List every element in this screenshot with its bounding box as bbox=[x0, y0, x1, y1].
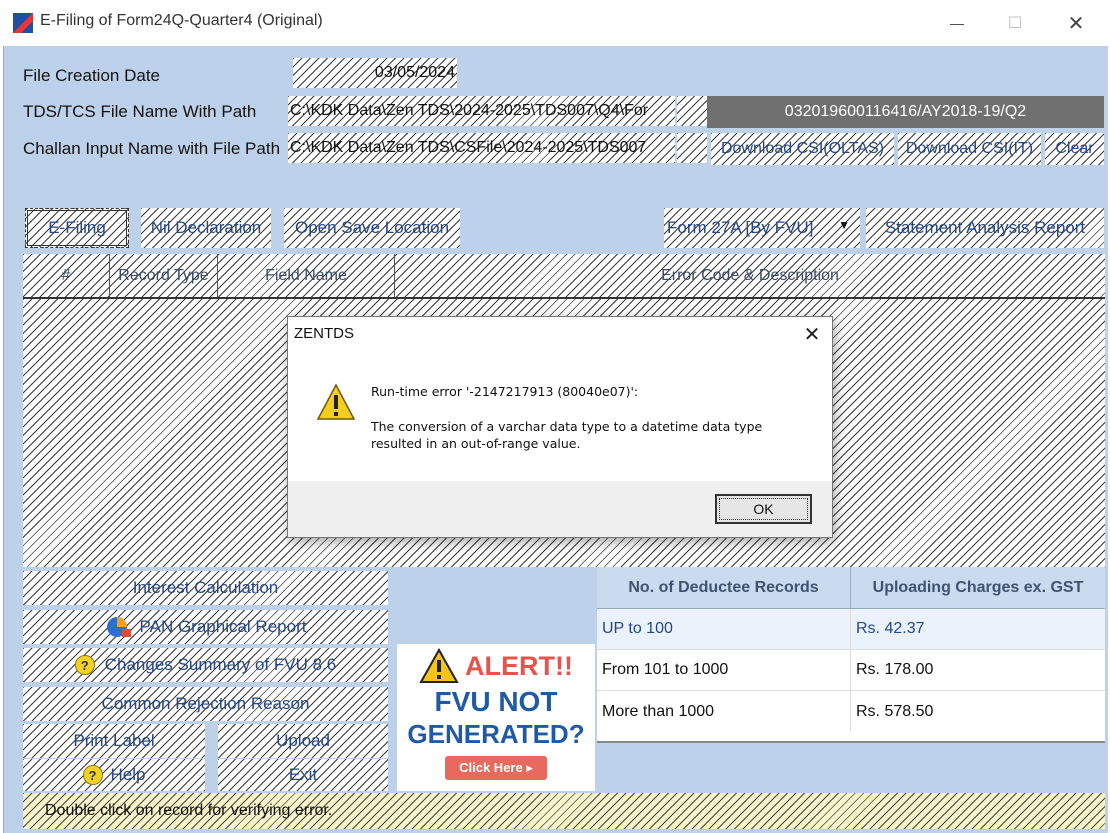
column-header-error-description: Error Code & Description bbox=[661, 266, 839, 284]
help-label: Help bbox=[110, 765, 146, 784]
column-header-records: No. of Deductee Records bbox=[597, 567, 851, 608]
table-row[interactable]: UP to 100 Rs. 42.37 bbox=[597, 609, 1105, 650]
nil-declaration-button[interactable]: Nil Declaration bbox=[141, 208, 271, 248]
dialog-error-code: Run-time error '-2147217913 (80040e07)': bbox=[371, 384, 639, 399]
tds-file-path-field[interactable]: C:\KDK Data\Zen TDS\2024-2025\TDS007\Q4\… bbox=[288, 96, 675, 126]
column-header-charges: Uploading Charges ex. GST bbox=[872, 578, 1084, 596]
help-button[interactable]: ? Help bbox=[23, 759, 205, 791]
print-label-button[interactable]: Print Label bbox=[23, 724, 205, 758]
chevron-down-icon: ▼ bbox=[838, 218, 850, 232]
alert-line-2: GENERATED? bbox=[407, 719, 585, 749]
question-icon: ? bbox=[74, 655, 95, 675]
form27a-selected-value: Form 27A [By FVU] bbox=[667, 218, 814, 237]
file-creation-date-label: File Creation Date bbox=[23, 66, 161, 85]
fvu-alert-banner[interactable]: ALERT!! FVU NOT GENERATED? Click Here ▸ bbox=[397, 644, 595, 791]
column-header-field-name: Field Name bbox=[218, 254, 395, 297]
column-header-record-type: Record Type bbox=[110, 254, 218, 297]
help-icon: ? bbox=[82, 765, 103, 785]
charges-table-header: No. of Deductee Records Uploading Charge… bbox=[597, 567, 1105, 609]
column-header-number: # bbox=[23, 254, 110, 297]
pan-graphical-report-label: PAN Graphical Report bbox=[139, 617, 307, 636]
maximize-icon: ☐ bbox=[1007, 15, 1023, 32]
challan-browse-button[interactable] bbox=[677, 133, 707, 163]
click-here-button[interactable]: Click Here ▸ bbox=[445, 756, 547, 780]
table-row[interactable]: More than 1000 Rs. 578.50 bbox=[597, 691, 1105, 732]
close-button[interactable]: ✕ bbox=[1053, 8, 1099, 38]
charge-cell: Rs. 178.00 bbox=[856, 661, 934, 678]
upload-button[interactable]: Upload bbox=[218, 724, 388, 758]
dialog-error-message: The conversion of a varchar data type to… bbox=[371, 419, 763, 451]
minimize-button[interactable]: — bbox=[934, 8, 980, 38]
dialog-footer: OK bbox=[288, 481, 832, 537]
changes-summary-button[interactable]: ? Changes Summary of FVU 8.6 bbox=[23, 648, 388, 682]
open-save-location-button[interactable]: Open Save Location bbox=[284, 208, 460, 248]
efiling-button[interactable]: E-Filing bbox=[25, 208, 129, 248]
maximize-button[interactable]: ☐ bbox=[992, 8, 1038, 38]
close-icon: ✕ bbox=[1067, 12, 1085, 35]
changes-summary-label: Changes Summary of FVU 8.6 bbox=[104, 655, 337, 674]
alert-line-1: FVU NOT bbox=[434, 686, 558, 717]
download-csi-it-button[interactable]: Download CSI(IT) bbox=[898, 133, 1041, 165]
close-icon: ✕ bbox=[803, 323, 821, 346]
title-bar[interactable]: E-Filing of Form24Q-Quarter4 (Original) … bbox=[0, 0, 1110, 46]
download-csi-oltas-button[interactable]: Download CSI(OLTAS) bbox=[711, 133, 894, 165]
minimize-icon: — bbox=[950, 15, 964, 31]
dialog-close-button[interactable]: ✕ bbox=[794, 319, 830, 349]
chart-icon bbox=[106, 617, 131, 637]
form27a-dropdown[interactable]: Form 27A [By FVU] ▼ bbox=[664, 208, 860, 248]
ok-button[interactable]: OK bbox=[715, 494, 812, 524]
app-logo-icon bbox=[13, 13, 33, 33]
charges-table: No. of Deductee Records Uploading Charge… bbox=[597, 567, 1105, 743]
common-rejection-reason-button[interactable]: Common Rejection Reason bbox=[23, 687, 388, 721]
warning-icon bbox=[419, 648, 459, 683]
tds-file-browse-button[interactable] bbox=[677, 96, 707, 126]
pan-graphical-report-button[interactable]: PAN Graphical Report bbox=[23, 610, 388, 644]
charge-cell: Rs. 578.50 bbox=[856, 702, 934, 720]
statement-analysis-report-button[interactable]: Statement Analysis Report bbox=[866, 208, 1104, 248]
challan-path-field[interactable]: C:\KDK Data\Zen TDS\CSFile\2024-2025\TDS… bbox=[288, 133, 675, 163]
interest-calculation-button[interactable]: Interest Calculation bbox=[23, 571, 388, 605]
records-range-cell: More than 1000 bbox=[597, 691, 851, 732]
table-row[interactable]: From 101 to 1000 Rs. 178.00 bbox=[597, 650, 1105, 691]
window-title: E-Filing of Form24Q-Quarter4 (Original) bbox=[40, 12, 323, 29]
dialog-title: ZENTDS bbox=[294, 325, 354, 342]
error-dialog[interactable]: ZENTDS ✕ Run-time error '-2147217913 (80… bbox=[287, 316, 833, 538]
clear-button[interactable]: Clear bbox=[1045, 133, 1104, 165]
charge-cell: Rs. 42.37 bbox=[856, 620, 925, 637]
file-creation-date-field[interactable]: 03/05/2024 bbox=[293, 58, 457, 88]
receipt-number-display: 032019600116416/AY2018-19/Q2 bbox=[707, 96, 1104, 128]
error-table-header: # Record Type Field Name Error Code & De… bbox=[23, 254, 1105, 299]
exit-button[interactable]: Exit bbox=[218, 759, 388, 791]
alert-heading: ALERT!! bbox=[465, 650, 573, 681]
challan-label: Challan Input Name with File Path bbox=[23, 139, 281, 158]
records-range-cell: UP to 100 bbox=[597, 609, 851, 649]
tds-file-label: TDS/TCS File Name With Path bbox=[23, 102, 257, 121]
status-bar: Double click on record for verifying err… bbox=[23, 793, 1105, 829]
records-range-cell: From 101 to 1000 bbox=[597, 650, 851, 690]
warning-icon bbox=[316, 383, 356, 420]
